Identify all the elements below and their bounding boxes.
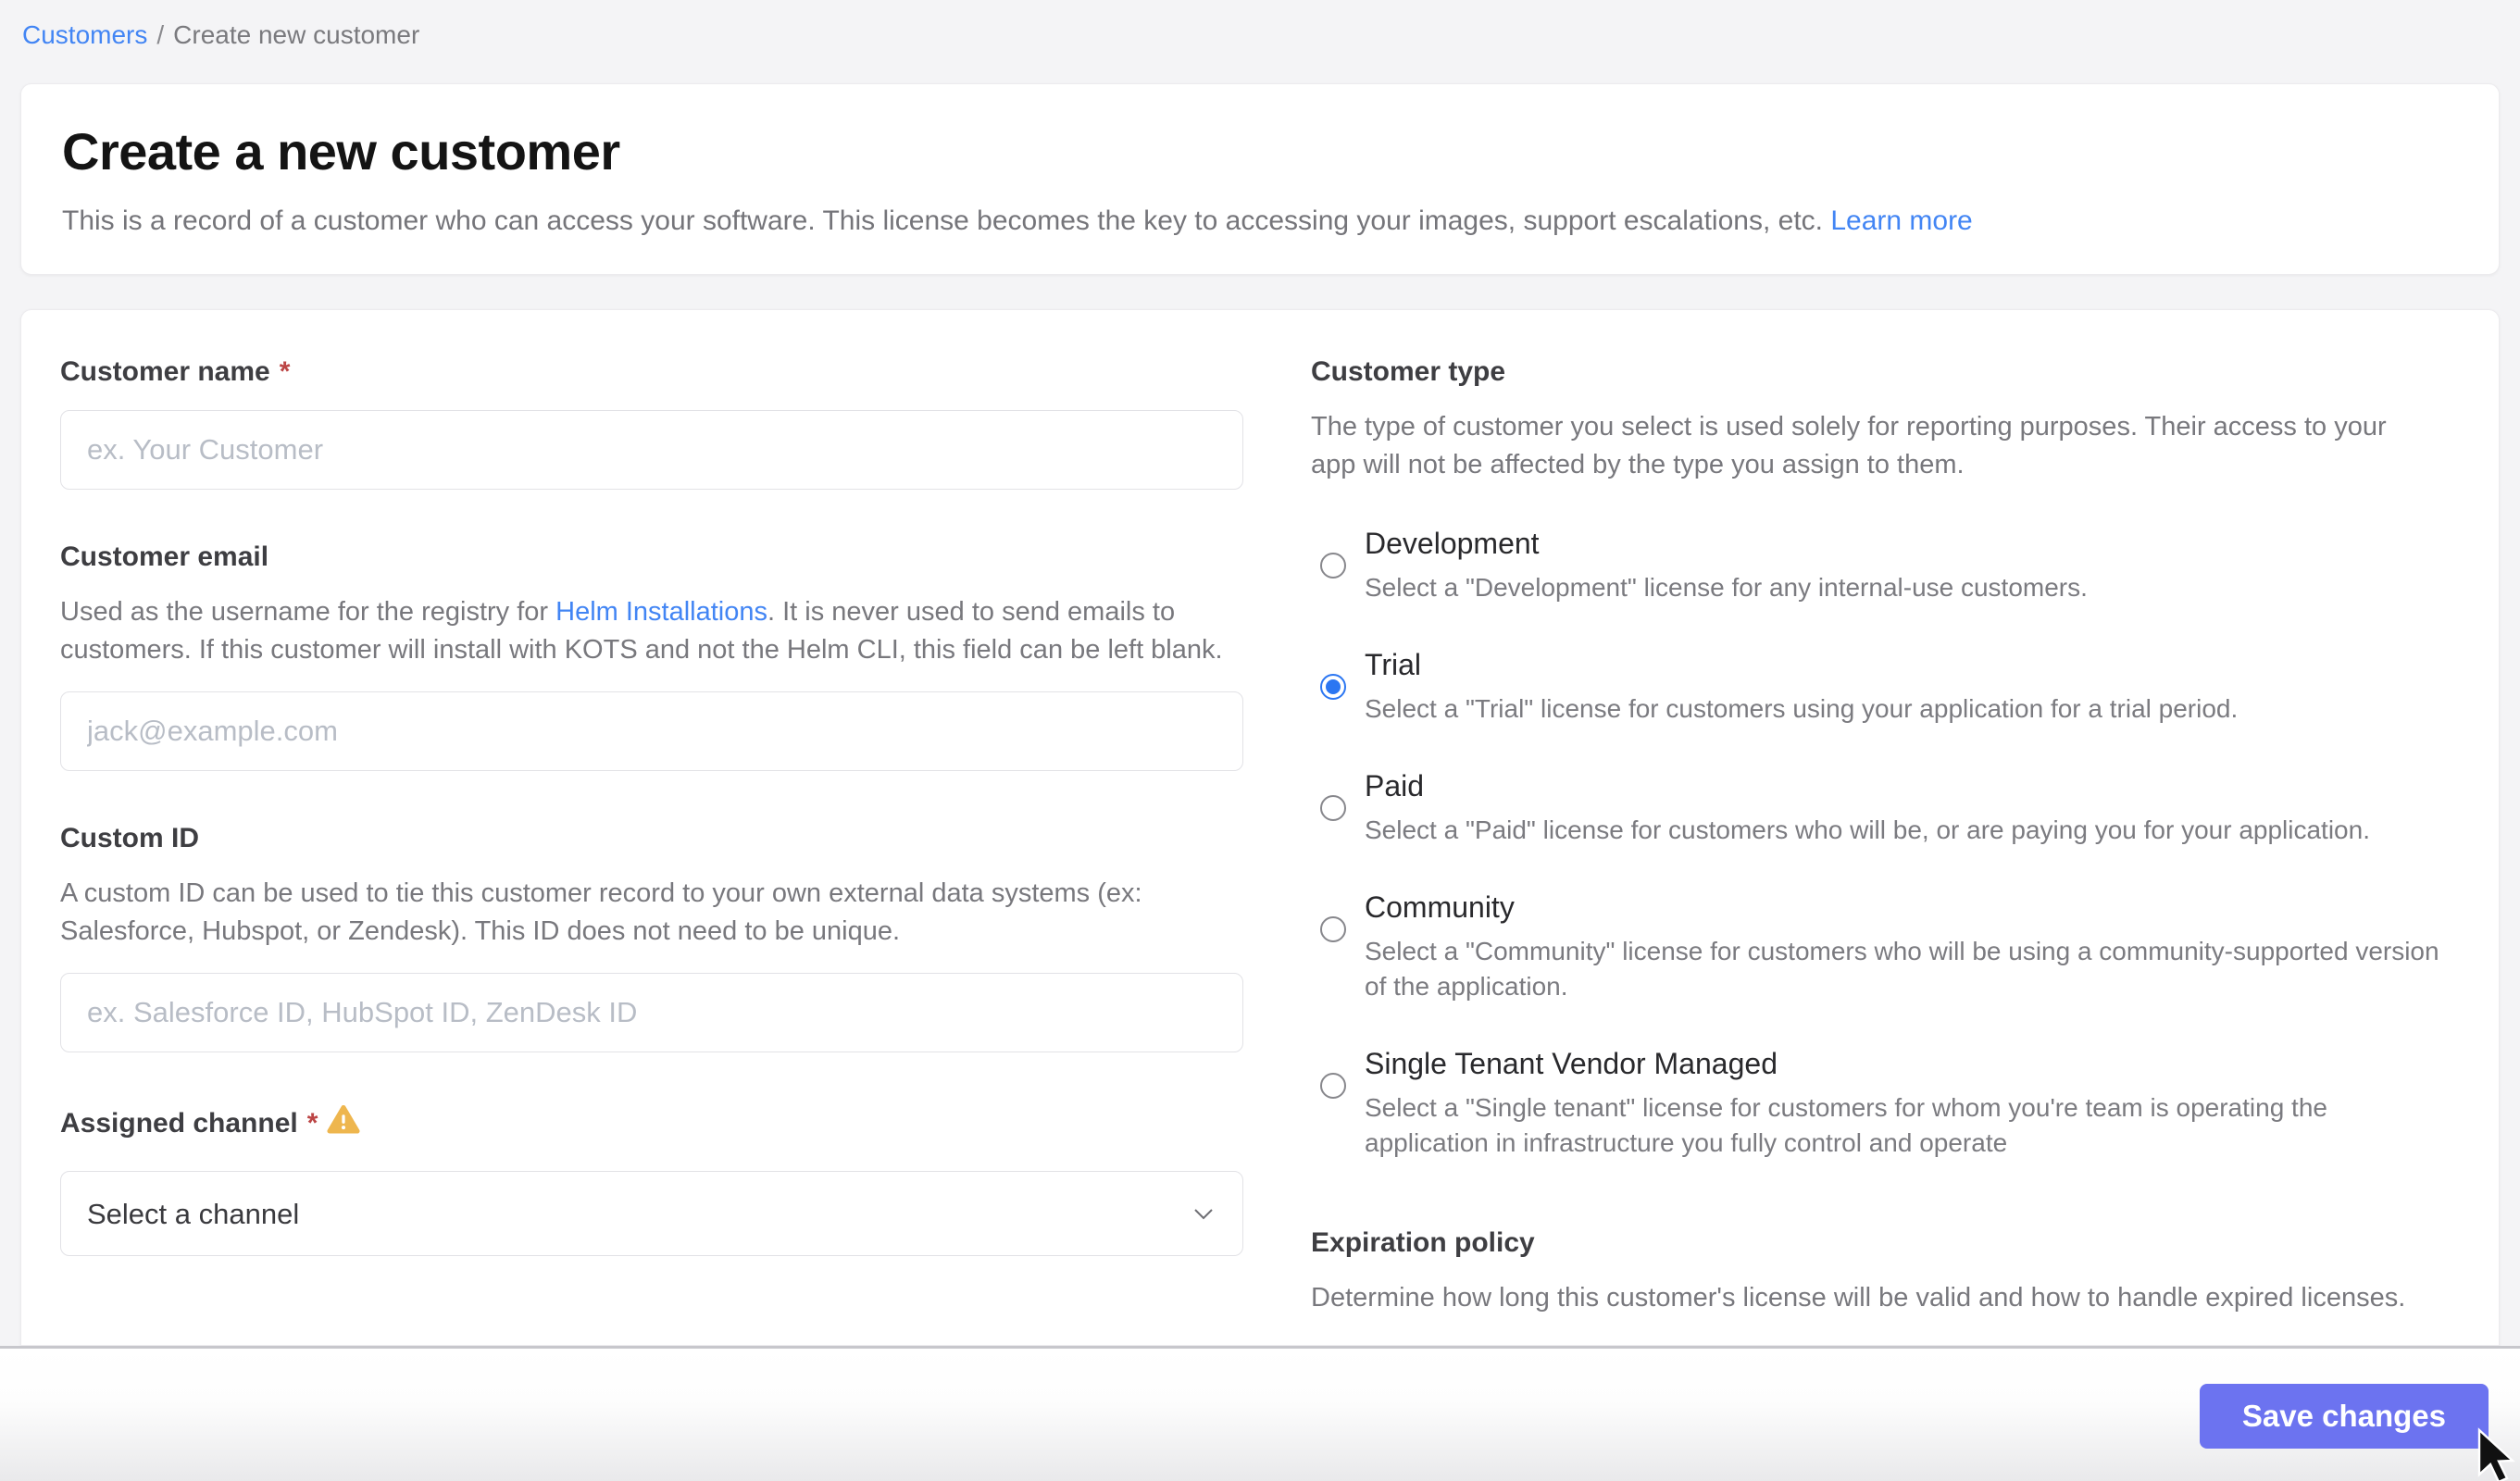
custom-id-label-text: Custom ID [60, 823, 199, 854]
customer-email-label-text: Customer email [60, 541, 268, 573]
save-changes-button[interactable]: Save changes [2200, 1384, 2489, 1449]
customer-type-description: The type of customer you select is used … [1311, 408, 2436, 484]
community-radio[interactable] [1320, 916, 1346, 942]
assigned-channel-label-text: Assigned channel [60, 1108, 298, 1139]
radio-title: Trial [1365, 648, 2238, 682]
expiration-policy-label-text: Expiration policy [1311, 1227, 1535, 1259]
page-description: This is a record of a customer who can a… [62, 205, 2458, 237]
form-left-column: Customer name * Customer email Used as t… [60, 310, 1243, 1256]
required-asterisk: * [307, 1108, 318, 1139]
form-footer: Save changes [0, 1346, 2520, 1481]
create-customer-form-card: Customer name * Customer email Used as t… [20, 309, 2500, 1346]
custom-id-label: Custom ID [60, 823, 1243, 854]
radio-title: Community [1365, 890, 2443, 925]
customer-type-label: Customer type [1311, 356, 2459, 388]
development-radio[interactable] [1320, 553, 1346, 579]
radio-description: Select a "Single tenant" license for cus… [1365, 1090, 2443, 1161]
assigned-channel-select-wrap: Select a channel [60, 1171, 1243, 1256]
form-right-column: Customer type The type of customer you s… [1311, 310, 2459, 1317]
expiration-policy-description: Determine how long this customer's licen… [1311, 1279, 2436, 1317]
assigned-channel-label: Assigned channel * [60, 1104, 1243, 1143]
customer-name-input[interactable] [60, 410, 1243, 490]
customer-name-label: Customer name * [60, 356, 1243, 388]
helm-installations-link[interactable]: Helm Installations [555, 597, 767, 627]
trial-radio[interactable] [1320, 674, 1346, 700]
required-asterisk: * [280, 356, 291, 388]
radio-description: Select a "Paid" license for customers wh… [1365, 813, 2370, 848]
custom-id-input[interactable] [60, 973, 1243, 1052]
customer-email-description: Used as the username for the registry fo… [60, 593, 1243, 669]
customer-email-input[interactable] [60, 691, 1243, 771]
paid-radio[interactable] [1320, 795, 1346, 821]
single-tenant-radio[interactable] [1320, 1073, 1346, 1099]
page-description-text: This is a record of a customer who can a… [62, 205, 1823, 236]
radio-title: Development [1365, 527, 2088, 561]
breadcrumb-separator: / [156, 20, 164, 49]
customer-type-option-single-tenant[interactable]: Single Tenant Vendor Managed Select a "S… [1311, 1047, 2459, 1161]
customer-email-label: Customer email [60, 541, 1243, 573]
radio-title: Single Tenant Vendor Managed [1365, 1047, 2443, 1081]
customer-type-option-paid[interactable]: Paid Select a "Paid" license for custome… [1311, 769, 2459, 848]
customer-type-option-development[interactable]: Development Select a "Development" licen… [1311, 527, 2459, 605]
page-header-card: Create a new customer This is a record o… [20, 83, 2500, 275]
customer-type-label-text: Customer type [1311, 356, 1505, 388]
radio-title: Paid [1365, 769, 2370, 803]
assigned-channel-select[interactable]: Select a channel [60, 1171, 1243, 1256]
radio-description: Select a "Development" license for any i… [1365, 570, 2088, 605]
email-desc-before: Used as the username for the registry fo… [60, 597, 555, 627]
customer-type-option-trial[interactable]: Trial Select a "Trial" license for custo… [1311, 648, 2459, 727]
page-title: Create a new customer [62, 121, 2458, 181]
breadcrumb-current: Create new customer [173, 20, 419, 49]
learn-more-link[interactable]: Learn more [1830, 205, 1972, 236]
breadcrumb: Customers / Create new customer [22, 20, 419, 50]
breadcrumb-customers-link[interactable]: Customers [22, 20, 147, 49]
expiration-policy-label: Expiration policy [1311, 1227, 2459, 1259]
radio-description: Select a "Community" license for custome… [1365, 934, 2443, 1004]
radio-description: Select a "Trial" license for customers u… [1365, 691, 2238, 727]
customer-name-label-text: Customer name [60, 356, 270, 388]
custom-id-description: A custom ID can be used to tie this cust… [60, 875, 1243, 951]
warning-icon [327, 1104, 360, 1143]
customer-type-option-community[interactable]: Community Select a "Community" license f… [1311, 890, 2459, 1004]
